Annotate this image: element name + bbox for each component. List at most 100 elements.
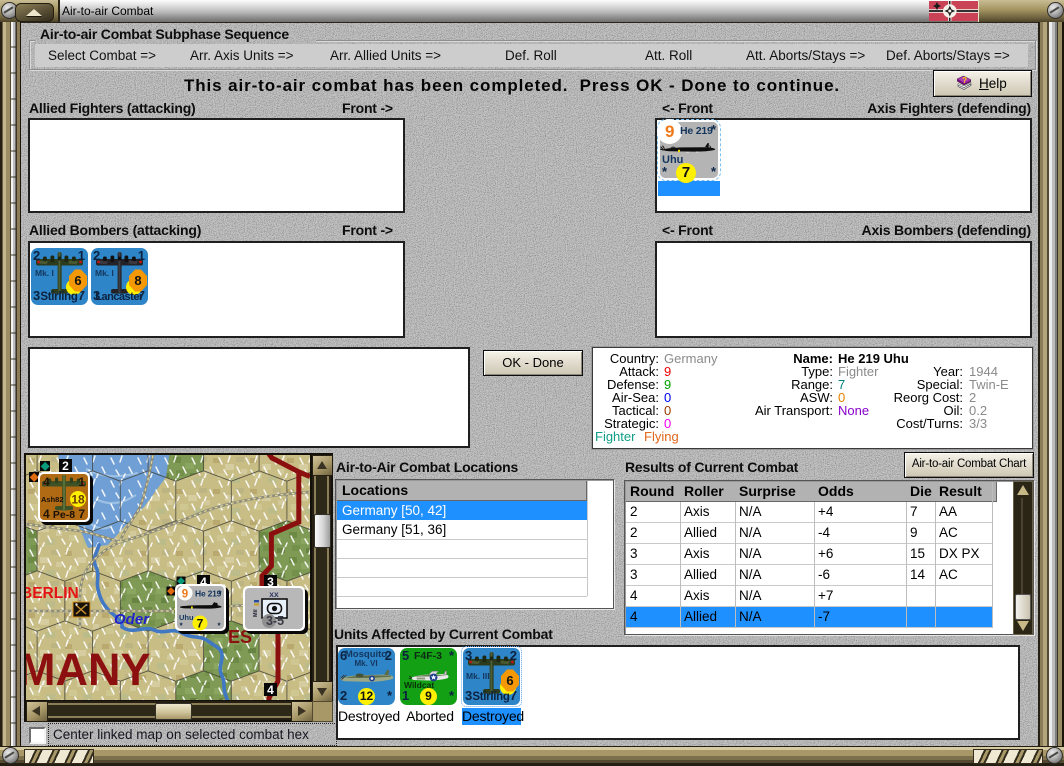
stirling-tr: 1 [77,248,85,263]
phase-arr-allied-units: Arr. Allied Units => [330,48,442,63]
airtransport-label: Air Transport: [754,403,833,418]
map-scroll-left-button[interactable] [26,701,48,722]
cell-result: AA [939,504,958,519]
map-division-counter[interactable]: xx Mil 3-5 [243,586,308,634]
f4f3-tr: * [448,648,454,663]
he219-move: 9 [665,122,675,141]
locations-title: Air-to-Air Combat Locations [336,459,519,475]
pe8-tl: 4 [43,475,50,489]
help-button-label: Help [979,76,1007,91]
location-row-empty[interactable] [337,577,587,597]
lancaster-tl: 2 [93,248,101,263]
map-scroll-up-button[interactable] [312,455,333,476]
division-size: xx [269,589,279,599]
border-deco-left [24,749,94,764]
border-notches-left [11,22,16,746]
pe8-bl: 4 [43,507,50,521]
lancaster-counter[interactable]: 2 1 3 7 Mk. I 8 Lancaster [91,248,148,305]
help-button[interactable]: ? Help [933,70,1032,97]
location-row-empty[interactable] [337,539,587,559]
grid-vline [680,502,681,628]
locations-listbox[interactable]: Locations Germany [50, 42] Germany [51, … [335,479,614,609]
cell-surprise: N/A [739,567,762,582]
center-map-checkbox-label[interactable]: Center linked map on selected combat hex [48,723,337,746]
title-bar-right-block [978,0,1064,22]
stirling-rating: 6 [74,273,81,288]
cell-die: 14 [910,567,926,582]
title-bar[interactable]: Air-to-air Combat [0,0,1064,23]
ok-done-button[interactable]: OK - Done [483,350,583,376]
combat-chart-button[interactable]: Air-to-air Combat Chart [904,452,1034,478]
svg-text:Mil: Mil [253,609,259,617]
he219-star-br: * [710,164,716,179]
units-affected-title: Units Affected by Current Combat [334,626,553,642]
results-table[interactable]: Round Roller Surprise Odds Die Result 2 A… [624,480,1034,635]
he219-selection-strip [658,181,720,196]
results-title: Results of Current Combat [625,459,799,475]
map-he219-counter[interactable]: 9 He 219 * Uhu * 7 * [175,584,229,634]
class-tag: Fighter [595,429,636,444]
cell-roller: Allied [684,567,718,582]
location-row-empty[interactable] [337,558,587,578]
mosquito-rating: 12 [358,688,375,705]
dialog-client-area: Air-to-air Combat Subphase Sequence Sele… [21,22,1038,746]
allied-fighters-box[interactable] [28,118,405,213]
cell-roller: Axis [684,546,710,561]
mosquito-bl: 2 [340,688,348,703]
help-label-rest: elp [988,76,1007,91]
cell-result: AC [939,567,958,582]
cell-round: 3 [630,546,638,561]
map-hscroll-thumb[interactable] [155,703,192,720]
location-row-selected[interactable]: Germany [50, 42] [337,501,587,520]
map-vscroll-thumb[interactable] [314,514,331,548]
phase-arr-axis-units: Arr. Axis Units => [190,48,294,63]
f4f3-counter[interactable]: 5 * 1 * F4F-3 Wildcat 9 [400,648,457,705]
pe8-name: Pe-8 [53,509,75,521]
map-vscrollbar[interactable] [312,455,333,702]
lancaster-mark: Mk. I [95,268,114,278]
stirling-counter[interactable]: 2 1 3 7 Mk. I 6 Stirling [31,248,88,305]
stirling-mark: Mk. I [35,268,54,278]
map-scroll-right-button[interactable] [291,701,313,722]
center-map-checkbox[interactable] [29,727,46,744]
col-result: Result [935,482,997,502]
cell-surprise: N/A [739,609,762,624]
phase-att-roll: Att. Roll [645,48,693,63]
map-hscrollbar[interactable] [26,701,313,722]
stirling3-bl: 3 [465,688,473,703]
axis-bombers-box[interactable] [655,241,1032,338]
stirling3-tl: 3 [465,648,473,663]
cell-surprise: N/A [739,546,762,561]
combat-completed-message: This air-to-air combat has been complete… [183,76,841,95]
cell-die: 7 [910,504,918,519]
window-title: Air-to-air Combat [62,4,154,18]
pe8-br: 7 [78,507,85,521]
he219-name: He 219 [680,125,713,137]
f4f3-status: Aborted [406,708,454,724]
cell-round: 2 [630,504,638,519]
airtransport-value: None [838,403,870,418]
scroll-down-arrow-icon[interactable] [1017,621,1029,631]
stirling-tl: 2 [33,248,41,263]
results-scroll-thumb[interactable] [1015,594,1031,620]
cell-result: DX PX [939,546,980,561]
allied-fighters-label: Allied Fighters (attacking) [29,100,196,116]
map-he219-rating: 7 [197,617,204,631]
map-viewport[interactable]: BERLIN Oder MANY ES 2 4 3 4 4 1 Ash82 18… [26,455,310,700]
collapse-button[interactable] [15,3,54,22]
map-scroll-down-button[interactable] [312,681,333,702]
stirling3-counter[interactable]: 3 2 3 7 Mk. III 6 Stirling [461,646,522,707]
cell-round: 4 [630,588,638,603]
map-pe8-counter[interactable]: 4 1 Ash82 18 4 Pe-8 7 [38,472,93,525]
costturns-value: 3/3 [969,416,988,431]
combat-log-box[interactable] [28,347,470,448]
he219-counter[interactable]: 9 He 219 * Uhu * * 7 [657,119,721,183]
scroll-up-arrow-icon[interactable] [1017,485,1029,495]
results-scrollbar[interactable] [1013,481,1033,635]
cell-odds: +6 [818,546,834,561]
map-panel: BERLIN Oder MANY ES 2 4 3 4 4 1 Ash82 18… [24,453,333,722]
mosquito-counter[interactable]: 6 2 2 * Mosquito Mk. VI 12 [338,648,395,705]
location-row[interactable]: Germany [51, 36] [337,520,587,540]
grid-vline [992,482,993,628]
f4f3-name: F4F-3 [413,650,443,662]
